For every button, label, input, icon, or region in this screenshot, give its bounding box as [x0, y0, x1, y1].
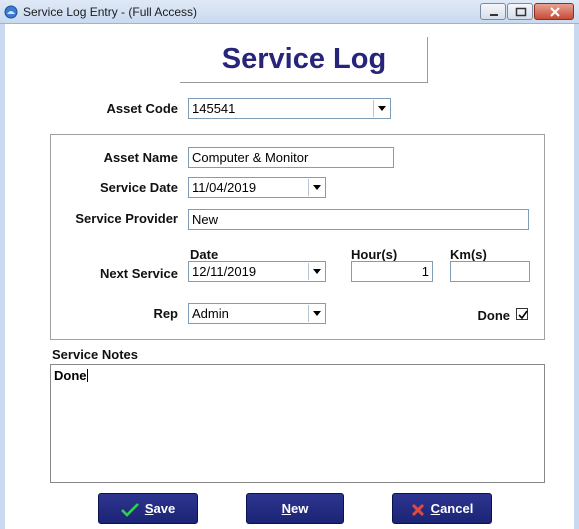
new-label: ew	[291, 501, 309, 516]
chevron-down-icon	[313, 311, 321, 316]
app-icon	[4, 5, 18, 19]
service-notes-textarea[interactable]: Done	[50, 364, 545, 483]
next-service-date-dropdown-button[interactable]	[308, 263, 324, 280]
chevron-down-icon	[313, 269, 321, 274]
service-provider-field[interactable]: New	[188, 209, 529, 230]
service-date-value: 11/04/2019	[192, 180, 257, 195]
cancel-button[interactable]: Cancel	[392, 493, 492, 524]
next-service-km-field[interactable]	[450, 261, 530, 282]
rep-dropdown-button[interactable]	[308, 305, 324, 322]
checkmark-icon	[120, 502, 139, 517]
asset-name-label: Asset Name	[103, 150, 178, 165]
minimize-icon	[490, 14, 498, 16]
done-checkbox[interactable]	[516, 308, 528, 320]
save-label: ave	[153, 501, 176, 516]
heading-panel: Service Log	[180, 37, 428, 83]
next-service-hours-header: Hour(s)	[351, 247, 398, 262]
minimize-button[interactable]	[480, 3, 506, 20]
next-service-date-header: Date	[190, 247, 219, 262]
new-button[interactable]: New	[246, 493, 344, 524]
window-title: Service Log Entry - (Full Access)	[23, 5, 198, 19]
text-cursor	[86, 369, 88, 382]
close-icon	[550, 7, 560, 17]
done-label: Done	[477, 308, 511, 323]
maximize-icon	[515, 7, 527, 17]
cancel-x-icon	[411, 503, 424, 516]
asset-code-value: 145541	[192, 101, 236, 116]
chevron-down-icon	[378, 106, 386, 111]
cancel-mnemonic: C	[430, 501, 441, 516]
rep-select[interactable]: Admin	[188, 303, 326, 324]
cancel-label: ancel	[440, 501, 474, 516]
next-service-label: Next Service	[99, 266, 178, 281]
close-button[interactable]	[534, 3, 574, 20]
service-date-picker[interactable]: 11/04/2019	[188, 177, 326, 198]
next-service-date-value: 12/11/2019	[192, 264, 257, 279]
service-date-dropdown-button[interactable]	[308, 179, 324, 196]
new-mnemonic: N	[281, 501, 292, 516]
rep-value: Admin	[192, 306, 229, 321]
asset-code-label: Asset Code	[106, 101, 178, 116]
save-button[interactable]: Save	[98, 493, 198, 524]
next-service-date-picker[interactable]: 12/11/2019	[188, 261, 326, 282]
rep-label: Rep	[153, 306, 178, 321]
window-frame-left	[0, 24, 5, 529]
service-provider-label: Service Provider	[75, 211, 178, 226]
service-date-label: Service Date	[99, 180, 178, 195]
window-frame-right	[574, 24, 579, 529]
asset-code-dropdown-button[interactable]	[373, 100, 389, 117]
page-title: Service Log	[221, 43, 387, 75]
next-service-hours-field[interactable]: 1	[351, 261, 433, 282]
title-bar: Service Log Entry - (Full Access)	[0, 0, 579, 24]
checkmark-icon	[518, 310, 528, 320]
asset-name-field[interactable]: Computer & Monitor	[188, 147, 394, 168]
service-notes-label: Service Notes	[52, 347, 138, 362]
asset-code-select[interactable]: 145541	[188, 98, 391, 119]
next-service-km-header: Km(s)	[450, 247, 487, 262]
maximize-button[interactable]	[507, 3, 533, 20]
chevron-down-icon	[313, 185, 321, 190]
service-notes-value: Done	[54, 368, 87, 383]
